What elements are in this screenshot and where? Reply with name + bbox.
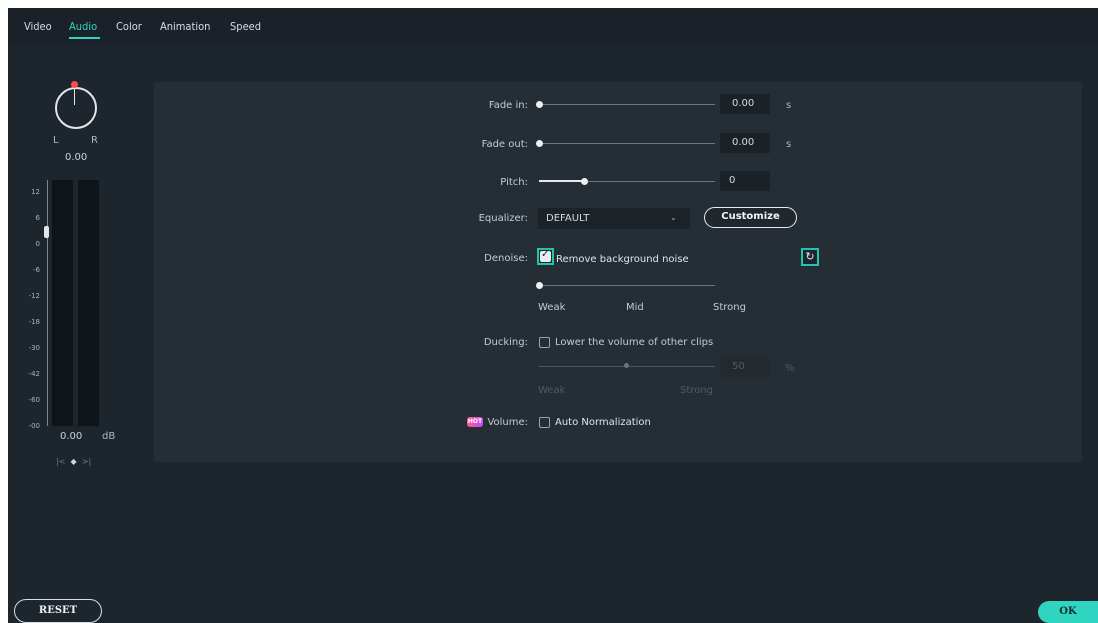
tab-audio[interactable]: Audio xyxy=(69,20,97,33)
denoise-track[interactable] xyxy=(539,285,715,286)
meter-scale-label: 12 xyxy=(31,188,40,196)
ducking-value-field[interactable]: 50 xyxy=(720,357,770,377)
meter-scale-label: 6 xyxy=(35,214,40,222)
reset-denoise-icon[interactable]: ↻ xyxy=(801,248,819,266)
meter-scale-label: -30 xyxy=(28,344,40,352)
tab-color[interactable]: Color xyxy=(116,20,142,33)
tab-speed[interactable]: Speed xyxy=(230,20,261,33)
denoise-label: Denoise: xyxy=(484,253,528,264)
tab-bar: Video Audio Color Animation Speed xyxy=(8,8,1098,44)
meter-scale-label: -12 xyxy=(28,292,40,300)
level-meter-right xyxy=(78,180,99,426)
next-keyframe-icon[interactable]: >| xyxy=(82,457,91,466)
fade-out-unit: s xyxy=(786,139,792,150)
audio-settings-window: Video Audio Color Animation Speed L R 0.… xyxy=(8,8,1098,623)
ducking-weak-label: Weak xyxy=(538,385,566,396)
fade-in-value-field[interactable]: 0.00 xyxy=(720,94,770,114)
pan-left-label: L xyxy=(53,135,59,146)
meter-scale xyxy=(41,180,48,426)
denoise-checkbox-label[interactable]: Remove background noise xyxy=(556,254,689,265)
volume-label: Volume: xyxy=(487,417,528,428)
check-icon: ✓ xyxy=(541,249,550,260)
pitch-track-fill xyxy=(539,180,584,182)
equalizer-select[interactable]: DEFAULT xyxy=(538,208,690,229)
active-tab-indicator xyxy=(69,37,100,39)
fade-in-unit: s xyxy=(786,100,792,111)
ok-button[interactable]: OK xyxy=(1038,601,1098,623)
meter-scale-label: 0 xyxy=(35,240,40,248)
db-unit: dB xyxy=(102,431,116,442)
tab-video[interactable]: Video xyxy=(24,20,52,33)
pitch-label: Pitch: xyxy=(500,177,528,188)
add-keyframe-icon[interactable]: ◆ xyxy=(71,457,77,466)
fade-out-track[interactable] xyxy=(539,143,715,144)
prev-keyframe-icon[interactable]: |< xyxy=(56,457,65,466)
db-value: 0.00 xyxy=(60,431,83,442)
pan-right-label: R xyxy=(91,135,98,146)
meter-scale-label: -42 xyxy=(28,370,40,378)
denoise-thumb[interactable] xyxy=(536,282,543,289)
pan-knob-indicator xyxy=(71,81,78,88)
level-meter-left xyxy=(52,180,73,426)
customize-button[interactable]: Customize xyxy=(704,207,797,228)
fade-in-track[interactable] xyxy=(539,104,715,105)
auto-normalization-label[interactable]: Auto Normalization xyxy=(555,417,651,428)
pan-value: 0.00 xyxy=(65,152,88,163)
ducking-label: Ducking: xyxy=(483,337,528,348)
ducking-checkbox-label[interactable]: Lower the volume of other clips xyxy=(555,337,713,348)
pitch-thumb[interactable] xyxy=(580,178,588,185)
auto-normalization-checkbox[interactable] xyxy=(539,417,550,428)
denoise-mid-label: Mid xyxy=(626,302,644,313)
fade-out-thumb[interactable] xyxy=(536,140,543,147)
fade-in-label: Fade in: xyxy=(488,100,528,111)
denoise-weak-label: Weak xyxy=(538,302,566,313)
fade-out-label: Fade out: xyxy=(481,139,528,150)
meter-scale-label: -18 xyxy=(28,318,40,326)
pitch-value-field[interactable]: 0 xyxy=(720,171,770,191)
ducking-strong-label: Strong xyxy=(680,385,713,396)
ducking-unit: % xyxy=(785,363,795,374)
meter-scale-label: -60 xyxy=(28,396,40,404)
fade-in-thumb[interactable] xyxy=(536,101,543,108)
tab-animation[interactable]: Animation xyxy=(160,20,210,33)
chevron-down-icon[interactable]: ⌄ xyxy=(670,213,677,222)
meter-scale-label: -00 xyxy=(28,422,40,430)
meter-scale-label: -6 xyxy=(33,266,40,274)
volume-meter-slider[interactable] xyxy=(44,226,49,238)
pan-knob[interactable] xyxy=(55,87,97,129)
denoise-strong-label: Strong xyxy=(713,302,746,313)
keyframe-nav: |< ◆ >| xyxy=(56,457,91,466)
fade-out-value-field[interactable]: 0.00 xyxy=(720,133,770,153)
equalizer-label: Equalizer: xyxy=(478,213,528,224)
ducking-thumb[interactable] xyxy=(624,363,629,368)
audio-settings-panel xyxy=(154,82,1082,462)
reset-button[interactable]: RESET xyxy=(14,599,102,623)
pan-knob-needle xyxy=(74,88,75,105)
ducking-checkbox[interactable] xyxy=(539,337,550,348)
